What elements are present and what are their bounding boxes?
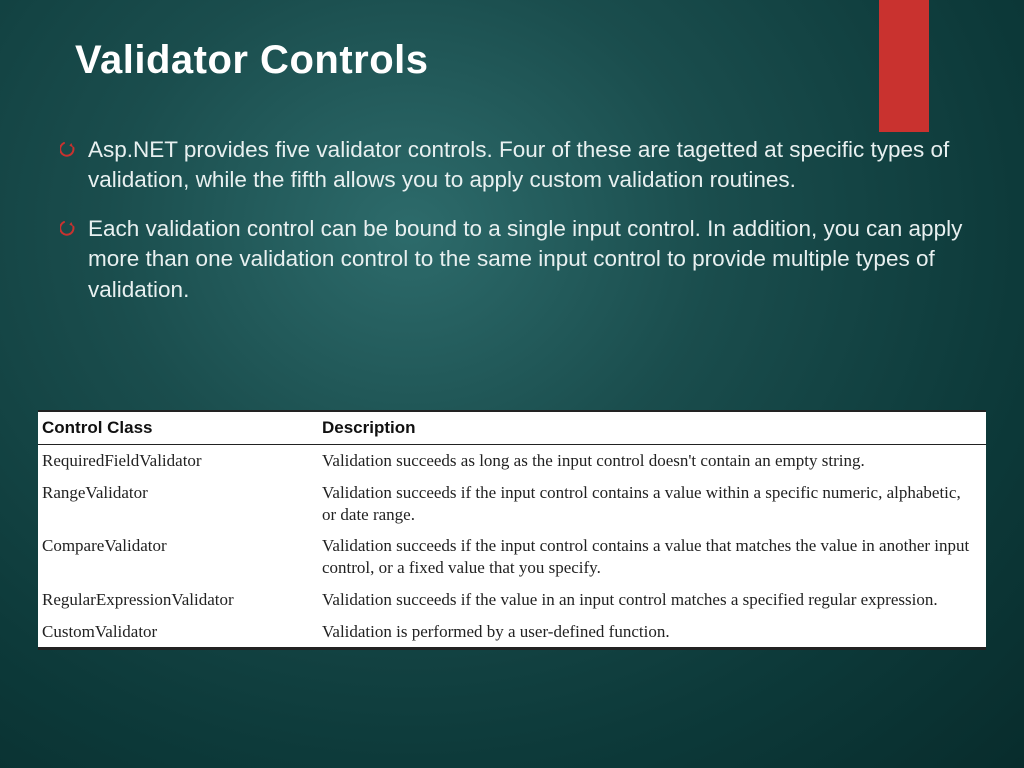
validator-table: Control Class Description RequiredFieldV… xyxy=(38,410,986,650)
bullet-arrow-icon xyxy=(60,214,88,236)
table-cell-desc: Validation succeeds as long as the input… xyxy=(318,445,986,477)
table-row: CustomValidator Validation is performed … xyxy=(38,616,986,649)
bullet-text: Each validation control can be bound to … xyxy=(88,214,979,305)
table-cell-desc: Validation succeeds if the value in an i… xyxy=(318,584,986,616)
table-cell-class: RangeValidator xyxy=(38,477,318,531)
bullet-item: Asp.NET provides five validator controls… xyxy=(60,135,979,196)
bullet-item: Each validation control can be bound to … xyxy=(60,214,979,305)
table-cell-desc: Validation succeeds if the input control… xyxy=(318,477,986,531)
table-row: CompareValidator Validation succeeds if … xyxy=(38,530,986,584)
table-cell-desc: Validation succeeds if the input control… xyxy=(318,530,986,584)
table-row: RequiredFieldValidator Validation succee… xyxy=(38,445,986,477)
bullet-arrow-icon xyxy=(60,135,88,157)
red-accent-bar xyxy=(879,0,929,132)
table-cell-class: RequiredFieldValidator xyxy=(38,445,318,477)
bullet-list: Asp.NET provides five validator controls… xyxy=(60,135,979,323)
table-header-cell: Control Class xyxy=(38,411,318,445)
table-cell-desc: Validation is performed by a user-define… xyxy=(318,616,986,649)
table-row: RangeValidator Validation succeeds if th… xyxy=(38,477,986,531)
table-header-cell: Description xyxy=(318,411,986,445)
table-cell-class: RegularExpressionValidator xyxy=(38,584,318,616)
table-row: RegularExpressionValidator Validation su… xyxy=(38,584,986,616)
bullet-text: Asp.NET provides five validator controls… xyxy=(88,135,979,196)
table-cell-class: CompareValidator xyxy=(38,530,318,584)
slide-title: Validator Controls xyxy=(75,38,429,83)
table-cell-class: CustomValidator xyxy=(38,616,318,649)
table-header-row: Control Class Description xyxy=(38,411,986,445)
